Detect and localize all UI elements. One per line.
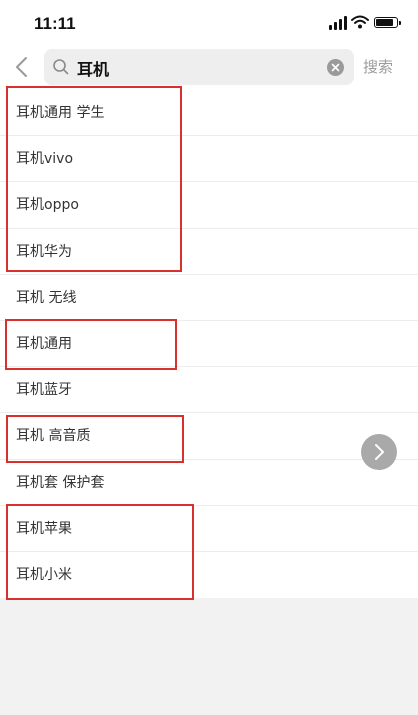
floating-next-button[interactable] (361, 434, 397, 470)
suggestion-item[interactable]: 耳机通用 学生 (0, 90, 418, 137)
search-input[interactable]: 耳机 (44, 49, 354, 85)
suggestion-item[interactable]: 耳机蓝牙 (0, 367, 418, 414)
chevron-right-icon (375, 444, 384, 460)
search-header: 耳机 搜索 (0, 44, 418, 90)
wifi-icon (351, 15, 369, 29)
status-time: 11:11 (34, 14, 76, 33)
suggestion-item[interactable]: 耳机 高音质 (0, 413, 418, 460)
suggestion-item[interactable]: 耳机oppo (0, 182, 418, 229)
clear-icon[interactable] (327, 59, 344, 76)
search-query-text: 耳机 (77, 60, 110, 79)
suggestion-item[interactable]: 耳机vivo (0, 136, 418, 183)
suggestion-item[interactable]: 耳机 无线 (0, 275, 418, 321)
cellular-signal-icon (329, 16, 347, 30)
status-bar: 11:11 (0, 0, 418, 44)
chevron-left-icon[interactable] (8, 52, 36, 82)
search-icon (53, 59, 69, 75)
suggestion-item[interactable]: 耳机小米 (0, 552, 418, 598)
battery-icon (374, 17, 401, 28)
suggestion-item[interactable]: 耳机苹果 (0, 506, 418, 552)
suggestion-item[interactable]: 耳机套 保护套 (0, 460, 418, 506)
suggestion-list: 耳机通用 学生 耳机vivo 耳机oppo 耳机华为 耳机 无线 耳机通用 耳机… (0, 90, 418, 599)
search-button[interactable]: 搜索 (363, 56, 393, 77)
suggestion-item[interactable]: 耳机华为 (0, 229, 418, 275)
suggestion-item[interactable]: 耳机通用 (0, 321, 418, 368)
